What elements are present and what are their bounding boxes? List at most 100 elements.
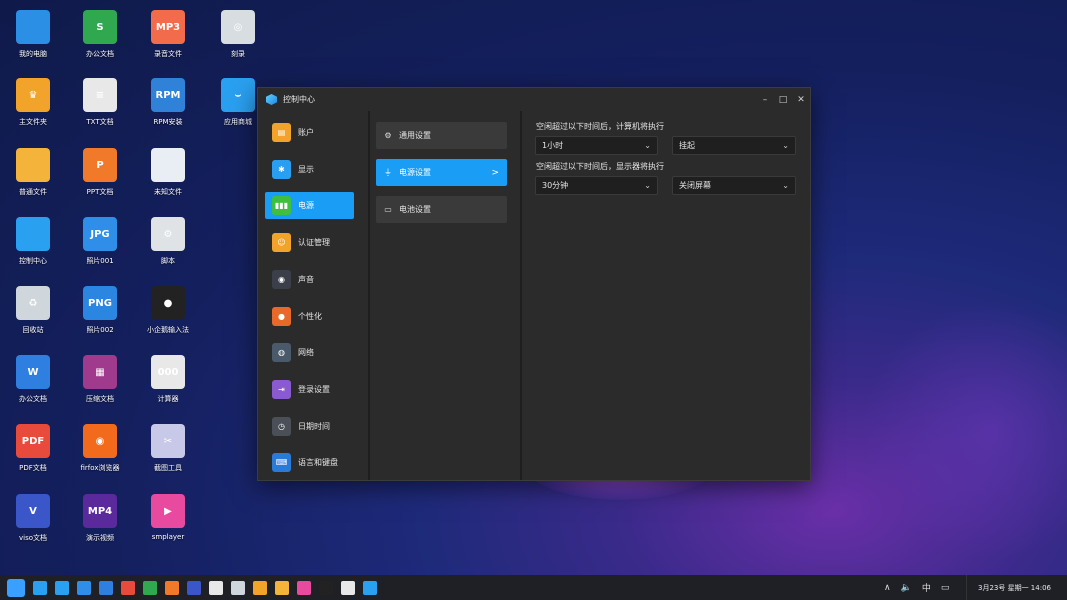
desktop-icon-label: 应用商城 <box>224 118 252 126</box>
desktop-icon[interactable]: Vviso文档 <box>0 494 66 556</box>
taskbar-app-icon[interactable] <box>209 580 223 595</box>
taskbar-app-icon[interactable] <box>297 580 311 595</box>
title-bar[interactable]: 控制中心 – □ ✕ <box>258 88 810 111</box>
computer-idle-action-value: 挂起 <box>679 141 695 150</box>
file-icon: ◎ <box>221 10 255 44</box>
desktop-icon[interactable]: PDF PDF文档 <box>0 424 66 486</box>
clock[interactable]: 3月23号 星期一 14:06 <box>966 575 1062 600</box>
input-method-indicator[interactable]: 中 <box>922 581 931 594</box>
category-nav: ▤ 账户 ✱ 显示 ▮▮▮ 电源 ☺ 认证管理 ◉ 声音 ● 个性化 ◍ 网络 ⇥ 登录设置 ◷ 日期时间 ⌨ 语言和… <box>258 111 368 480</box>
desktop-icon[interactable]: MP4 演示视频 <box>67 494 133 556</box>
desktop-icon[interactable]: ▶ smplayer <box>135 494 201 556</box>
nav-item[interactable]: ▤ 账户 <box>265 119 354 146</box>
file-icon: ⚙ <box>151 217 185 251</box>
desktop-icon-label: 控制中心 <box>19 257 47 265</box>
desktop-icon[interactable]: JPG 照片001 <box>67 217 133 279</box>
desktop-icon-label: 回收站 <box>22 326 44 334</box>
desktop-icon-label: 脚本 <box>161 257 175 265</box>
maximize-button[interactable]: □ <box>774 88 792 111</box>
nav-item[interactable]: ✱ 显示 <box>265 156 354 183</box>
taskbar-app-icon[interactable] <box>275 580 289 595</box>
taskbar-app-icon[interactable] <box>77 580 91 595</box>
taskbar-app-icon[interactable] <box>253 580 267 595</box>
control-center-icon <box>266 94 277 105</box>
subnav-item[interactable]: ⚙ 通用设置 <box>376 122 507 149</box>
taskbar-app-icon[interactable] <box>99 580 113 595</box>
nav-item[interactable]: ☺ 认证管理 <box>265 229 354 256</box>
taskbar-app-icon[interactable] <box>121 580 135 595</box>
nav-item[interactable]: ◷ 日期时间 <box>265 413 354 440</box>
battery-icon: ▮▮▮ <box>272 196 291 216</box>
nav-item[interactable]: ◉ 声音 <box>265 266 354 293</box>
desktop-icon[interactable]: ≡ TXT文档 <box>67 78 133 140</box>
taskbar-app-icon[interactable] <box>33 580 47 595</box>
desktop-icon[interactable]: ▦ 压缩文档 <box>67 355 133 417</box>
desktop-icon[interactable]: 000 计算器 <box>135 355 201 417</box>
taskbar-app-icon[interactable] <box>231 580 245 595</box>
control-center-window: 控制中心 – □ ✕ ▤ 账户 ✱ 显示 ▮▮▮ 电源 ☺ 认证管理 ◉ 声音 ● 个性化 ◍ 网络 ⇥ 登录… <box>257 87 811 481</box>
desktop-icon[interactable]: PNG 照片002 <box>67 286 133 348</box>
nav-item-label: 声音 <box>298 274 314 284</box>
volume-icon[interactable]: 🔈 <box>901 583 912 593</box>
desktop-icon-label: 我的电脑 <box>19 50 47 58</box>
system-tray: ∧ 🔈 中 ▭ <box>874 575 949 600</box>
nav-item-label: 显示 <box>298 164 314 174</box>
display-idle-action-select[interactable]: 关闭屏幕 ⌄ <box>672 176 796 195</box>
desktop-icon[interactable]: ♻ 回收站 <box>0 286 66 348</box>
desktop-icon[interactable]: 控制中心 <box>0 217 66 279</box>
desktop-icon[interactable]: ◉ firfox浏览器 <box>67 424 133 486</box>
minimize-button[interactable]: – <box>756 88 774 111</box>
taskbar-app-icon[interactable] <box>319 580 333 595</box>
desktop-icon[interactable]: ⚙ 脚本 <box>135 217 201 279</box>
desktop-icon[interactable]: 我的电脑 <box>0 10 66 72</box>
subnav-item[interactable]: ▭ 电池设置 <box>376 196 507 223</box>
nav-item[interactable]: ⇥ 登录设置 <box>265 376 354 403</box>
subnav-item-label: 电源设置 <box>399 168 431 177</box>
desktop-icon[interactable]: ✂ 截图工具 <box>135 424 201 486</box>
desktop-icon-label: smplayer <box>151 533 185 541</box>
taskbar-app-icon[interactable] <box>165 580 179 595</box>
file-icon: MP3 <box>151 10 185 44</box>
taskbar-app-icon[interactable] <box>187 580 201 595</box>
subnav-item[interactable]: ⏚ 电源设置 > <box>376 159 507 186</box>
desktop-icon-label: 照片001 <box>86 257 114 265</box>
nav-item[interactable]: ⌨ 语言和键盘 <box>265 449 354 476</box>
display-idle-time-select[interactable]: 30分钟 ⌄ <box>535 176 658 195</box>
taskbar-app-icon[interactable] <box>143 580 157 595</box>
taskbar-app-icon[interactable] <box>341 580 355 595</box>
chevron-down-icon: ⌄ <box>782 141 789 150</box>
display-icon[interactable]: ▭ <box>941 583 950 593</box>
start-menu-button[interactable] <box>7 578 25 597</box>
desktop-icon[interactable]: W 办公文档 <box>0 355 66 417</box>
file-icon: ♻ <box>16 286 50 320</box>
taskbar-apps <box>25 580 377 595</box>
gear-icon: ⚙ <box>384 131 392 140</box>
close-button[interactable]: ✕ <box>792 88 810 111</box>
desktop-icon[interactable]: 未知文件 <box>135 148 201 210</box>
desktop-icon-label: viso文档 <box>18 534 48 542</box>
desktop-icon[interactable]: ● 小企鹅输入法 <box>135 286 201 348</box>
file-icon: JPG <box>83 217 117 251</box>
desktop-icon[interactable]: MP3 录音文件 <box>135 10 201 72</box>
desktop-icon[interactable]: 普通文件 <box>0 148 66 210</box>
desktop-icon-label: 办公文档 <box>86 50 114 58</box>
desktop-icon[interactable]: RPM RPM安装 <box>135 78 201 140</box>
desktop-icon[interactable]: P PPT文档 <box>67 148 133 210</box>
chevron-down-icon: ⌄ <box>644 141 651 150</box>
nav-item[interactable]: ● 个性化 <box>265 303 354 330</box>
file-icon: ♛ <box>16 78 50 112</box>
file-icon <box>16 217 50 251</box>
nav-item[interactable]: ◍ 网络 <box>265 339 354 366</box>
computer-idle-time-select[interactable]: 1小时 ⌄ <box>535 136 658 155</box>
desktop-icon[interactable]: ◎ 刻录 <box>205 10 271 72</box>
taskbar-app-icon[interactable] <box>363 580 377 595</box>
palette-icon: ● <box>272 306 291 326</box>
desktop-icon[interactable]: S 办公文档 <box>67 10 133 72</box>
computer-idle-action-select[interactable]: 挂起 ⌄ <box>672 136 796 155</box>
file-icon: PNG <box>83 286 117 320</box>
nav-item[interactable]: ▮▮▮ 电源 <box>265 192 354 220</box>
taskbar-app-icon[interactable] <box>55 580 69 595</box>
clock-icon: ◷ <box>272 416 291 436</box>
desktop-icon[interactable]: ♛ 主文件夹 <box>0 78 66 140</box>
tray-expand-icon[interactable]: ∧ <box>884 583 891 593</box>
